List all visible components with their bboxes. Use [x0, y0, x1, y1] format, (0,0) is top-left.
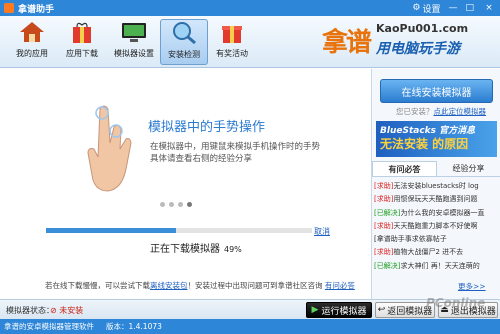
window-controls: ⚙ 设置 — □ × — [408, 0, 500, 16]
download-progress-bar — [46, 228, 312, 233]
brand-domain: KaoPu001.com — [376, 22, 469, 35]
emulator-status-value: ⊘ 未安装 — [50, 306, 84, 315]
hint-text-2: ！安装过程中出现问题可到拿谱社区咨询 — [187, 281, 323, 290]
list-item[interactable]: [求助]无法安装bluestacks时 log — [374, 180, 498, 193]
main-panel: 模拟器中的手势操作 在模拟器中，用键鼠来模拟手机操作时的手势具体请查看右侧的经验… — [0, 69, 370, 299]
download-progress-fill — [46, 228, 177, 233]
toolbar-label: 我的应用 — [16, 49, 48, 58]
status-footer: 拿谱的安卓模拟器管理软件 版本：1.4.1073 — [0, 319, 500, 334]
gesture-title: 模拟器中的手势操作 — [148, 120, 266, 135]
footer-text: 拿谱的安卓模拟器管理软件 — [4, 322, 94, 331]
list-item[interactable]: [已解决]求大神们 再！天天连萌的 — [374, 260, 498, 273]
title-bar: 拿谱助手 ⚙ 设置 — □ × — [0, 0, 500, 16]
toolbar-app-download[interactable]: 应用下载 — [58, 19, 106, 65]
installed-note-text: 您已安装？ — [396, 107, 434, 116]
gift-box-icon — [217, 19, 247, 45]
faq-link[interactable]: 有问必答 — [325, 281, 355, 290]
house-icon — [17, 19, 47, 45]
toolbar-label: 模拟器设置 — [114, 49, 154, 58]
download-status: 正在下载模拟器 49% — [150, 240, 242, 255]
download-percent: 49% — [224, 245, 242, 254]
download-hint: 若在线下载慢慢，可以尝试下载离线安装包！安装过程中出现问题可到拿谱社区咨询 有问… — [45, 280, 375, 291]
bluestacks-banner[interactable]: BlueStacks 官方消息 无法安装 的原因 — [376, 121, 497, 157]
toolbar-rewards[interactable]: 有奖活动 — [208, 19, 256, 65]
list-item[interactable]: [已解决]为什么我的安卓模拟器一直 — [374, 207, 498, 220]
banner-line2: 无法安装 的原因 — [380, 137, 469, 151]
toolbar-label: 有奖活动 — [216, 49, 248, 58]
brand-slogan: 用电脑玩手游 — [376, 41, 460, 57]
hint-text: 若在线下载慢慢，可以尝试下载 — [45, 281, 150, 290]
list-item[interactable]: [拿谱助手事求依寡帖子 — [374, 233, 498, 246]
gesture-description: 在模拟器中，用键鼠来模拟手机操作时的手势具体请查看右侧的经验分享 — [150, 142, 321, 164]
toolbar-emulator-settings[interactable]: 模拟器设置 — [110, 19, 158, 65]
brand-logo: 拿谱 KaoPu001.com 用电脑玩手游 — [318, 20, 498, 66]
watermark: PConline — [426, 296, 486, 310]
minimize-button[interactable]: — — [444, 0, 461, 16]
warning-icon: ⊘ — [50, 306, 57, 315]
news-list: [求助]无法安装bluestacks时 log [求助]用惯保玩天天酷跑遇到问题… — [374, 180, 498, 273]
brand-name: 拿谱 — [322, 28, 372, 58]
close-button[interactable]: × — [478, 0, 500, 16]
toolbar-label: 安装检测 — [168, 50, 200, 59]
app-logo-icon — [4, 3, 14, 13]
gift-bag-icon — [67, 19, 97, 45]
window-title: 拿谱助手 — [18, 4, 55, 15]
installed-note: 您已安装？点此定位模拟器 — [396, 106, 486, 117]
list-item[interactable]: [求助]用惯保玩天天酷跑遇到问题 — [374, 193, 498, 206]
locate-emulator-link[interactable]: 点此定位模拟器 — [434, 107, 487, 116]
carousel-dot[interactable] — [160, 202, 165, 207]
carousel-dot[interactable] — [178, 202, 183, 207]
list-item[interactable]: [求助]天天酷跑重力脚本不好使啊 — [374, 220, 498, 233]
toolbar-install-check[interactable]: 安装检测 — [160, 19, 208, 65]
magnifier-icon — [169, 20, 199, 46]
offline-installer-link[interactable]: 离线安装包 — [150, 281, 188, 290]
play-icon: ▶ — [311, 305, 319, 315]
download-status-text: 正在下载模拟器 — [150, 244, 220, 255]
tab-faq[interactable]: 有问必答 — [372, 161, 437, 176]
more-link[interactable]: 更多>> — [458, 281, 486, 292]
carousel-dots — [160, 202, 192, 207]
settings-button[interactable]: ⚙ 设置 — [408, 0, 444, 16]
gear-icon: ⚙ — [412, 3, 421, 13]
sidebar-tabs: 有问必答 经验分享 — [372, 161, 500, 177]
tab-experience[interactable]: 经验分享 — [437, 161, 500, 176]
carousel-dot[interactable] — [169, 202, 174, 207]
emulator-status-label: 模拟器状态： — [6, 306, 54, 315]
settings-label: 设置 — [422, 4, 441, 15]
carousel-dot-active[interactable] — [187, 202, 192, 207]
monitor-icon — [119, 19, 149, 45]
toolbar-label: 应用下载 — [66, 49, 98, 58]
maximize-button[interactable]: □ — [461, 0, 478, 16]
list-item[interactable]: [求助]植物大战僵尸2 进不去 — [374, 246, 498, 259]
cancel-download-link[interactable]: 取消 — [314, 226, 330, 237]
toolbar-my-apps[interactable]: 我的应用 — [8, 19, 56, 65]
bottom-action-bar: 模拟器状态： ⊘ 未安装 ▶ 运行模拟器 ↩ 返回模拟器 ⏏ 退出模拟器 — [0, 299, 500, 319]
return-icon: ↩ — [377, 305, 386, 315]
version-text: 版本：1.4.1073 — [106, 322, 162, 331]
online-install-button[interactable]: 在线安装模拟器 — [380, 79, 493, 103]
hand-gesture-icon — [80, 99, 144, 199]
run-emulator-button[interactable]: ▶ 运行模拟器 — [306, 302, 372, 318]
right-sidebar: 在线安装模拟器 您已安装？点此定位模拟器 BlueStacks 官方消息 无法安… — [371, 69, 500, 299]
